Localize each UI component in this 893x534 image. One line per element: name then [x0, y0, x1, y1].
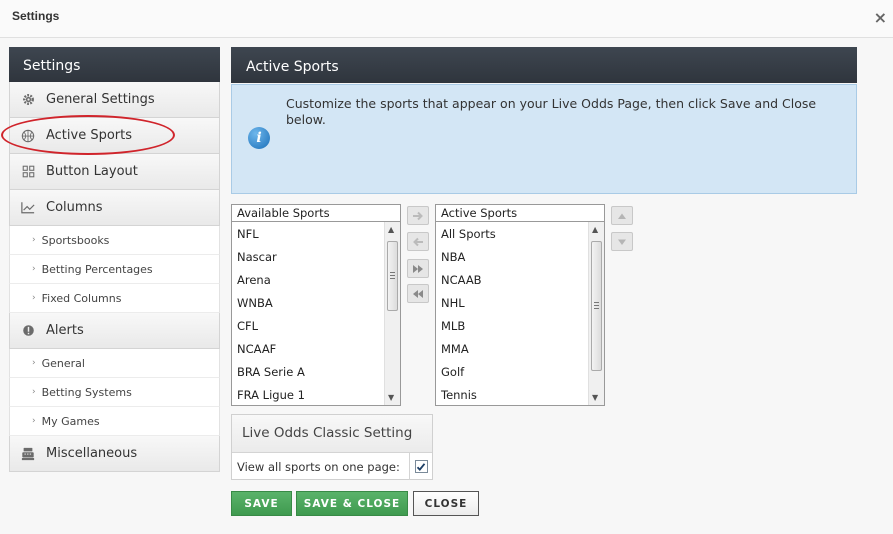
arrow-left-icon — [413, 237, 423, 246]
window-title: Settings — [12, 9, 60, 23]
list-item[interactable]: Golf — [436, 360, 604, 383]
grid-icon — [20, 164, 36, 180]
bullet-icon: › — [32, 293, 36, 303]
line-chart-icon — [20, 200, 36, 216]
triangle-up-icon — [618, 213, 626, 219]
save-close-button[interactable]: SAVE & CLOSE — [296, 491, 408, 516]
bullet-icon: › — [32, 235, 36, 245]
list-item[interactable]: BRA Serie A — [232, 360, 400, 383]
sidebar-item-label: Miscellaneous — [46, 446, 138, 461]
list-item[interactable]: NCAAB — [436, 268, 604, 291]
available-sports-list[interactable]: Available Sports NFL Nascar Arena WNBA C… — [231, 204, 401, 406]
checkbox-label: View all sports on one page: — [237, 459, 400, 474]
double-arrow-right-icon — [413, 264, 423, 273]
triangle-down-icon — [618, 239, 626, 245]
list-header: Available Sports — [232, 205, 400, 222]
sidebar-subitem-general[interactable]: › General — [9, 349, 220, 378]
list-item[interactable]: NCAAF — [232, 337, 400, 360]
list-item[interactable]: MLB — [436, 314, 604, 337]
sidebar-subitem-label: Sportsbooks — [41, 233, 110, 247]
bullet-icon: › — [32, 358, 36, 368]
bullet-icon: › — [32, 387, 36, 397]
scrollbar-thumb[interactable] — [387, 241, 398, 311]
active-sports-list[interactable]: Active Sports All Sports NBA NCAAB NHL M… — [435, 204, 605, 406]
sidebar-subitem-my-games[interactable]: › My Games — [9, 407, 220, 436]
move-up-button[interactable] — [611, 206, 633, 225]
view-all-sports-checkbox[interactable] — [409, 453, 432, 480]
move-down-button[interactable] — [611, 232, 633, 251]
sidebar-subitem-label: Betting Systems — [41, 385, 132, 399]
alert-icon — [20, 323, 36, 339]
list-item[interactable]: NFL — [232, 222, 400, 245]
scroll-down-icon[interactable]: ▼ — [388, 393, 394, 402]
list-header: Active Sports — [436, 205, 604, 222]
main-panel: Active Sports — [231, 47, 857, 83]
scroll-down-icon[interactable]: ▼ — [592, 393, 598, 402]
list-item[interactable]: All Sports — [436, 222, 604, 245]
info-icon: i — [248, 127, 270, 149]
sidebar-item-label: Active Sports — [46, 128, 133, 143]
cash-register-icon — [20, 446, 36, 462]
list-item[interactable]: WNBA — [232, 291, 400, 314]
scroll-up-icon[interactable]: ▲ — [388, 225, 394, 234]
list-item[interactable]: Arena — [232, 268, 400, 291]
double-arrow-left-icon — [413, 289, 423, 298]
sidebar-item-general-settings[interactable]: General Settings — [9, 82, 220, 118]
close-icon[interactable]: × — [874, 8, 887, 27]
list-item[interactable]: NHL — [436, 291, 604, 314]
close-button[interactable]: CLOSE — [413, 491, 479, 516]
sidebar-item-button-layout[interactable]: Button Layout — [9, 154, 220, 190]
sidebar-subitem-label: Fixed Columns — [41, 291, 122, 305]
sidebar-subitem-label: General — [41, 356, 85, 370]
scrollbar[interactable]: ▲ ▼ — [588, 222, 604, 405]
classic-setting-row: View all sports on one page: — [232, 453, 432, 480]
move-right-button[interactable] — [407, 206, 429, 225]
sidebar-item-label: General Settings — [46, 92, 155, 107]
panel-header: Active Sports — [231, 47, 857, 83]
move-all-right-button[interactable] — [407, 259, 429, 278]
list-item[interactable]: CFL — [232, 314, 400, 337]
sidebar-subitem-sportsbooks[interactable]: › Sportsbooks — [9, 226, 220, 255]
classic-setting-box: Live Odds Classic Setting View all sport… — [231, 414, 433, 480]
move-left-button[interactable] — [407, 232, 429, 251]
sidebar-subitem-label: Betting Percentages — [41, 262, 153, 276]
checkmark-icon — [416, 462, 426, 471]
sidebar-subitem-betting-systems[interactable]: › Betting Systems — [9, 378, 220, 407]
bullet-icon: › — [32, 416, 36, 426]
sidebar-item-active-sports[interactable]: Active Sports — [9, 118, 220, 154]
list-item[interactable]: Tennis — [436, 383, 604, 406]
list-item[interactable]: MMA — [436, 337, 604, 360]
sidebar-subitem-betting-percentages[interactable]: › Betting Percentages — [9, 255, 220, 284]
gear-icon — [20, 92, 36, 108]
sidebar-item-label: Alerts — [46, 323, 84, 338]
list-item[interactable]: NBA — [436, 245, 604, 268]
arrow-right-icon — [413, 211, 423, 220]
scrollbar[interactable]: ▲ ▼ — [384, 222, 400, 405]
list-item[interactable]: Nascar — [232, 245, 400, 268]
move-all-left-button[interactable] — [407, 284, 429, 303]
bullet-icon: › — [32, 264, 36, 274]
basketball-icon — [20, 128, 36, 144]
scroll-up-icon[interactable]: ▲ — [592, 225, 598, 234]
info-box: i Customize the sports that appear on yo… — [231, 84, 857, 194]
sidebar-header: Settings — [9, 47, 220, 82]
sidebar-item-label: Columns — [46, 200, 103, 215]
sidebar-item-miscellaneous[interactable]: Miscellaneous — [9, 436, 220, 472]
save-button[interactable]: SAVE — [231, 491, 292, 516]
sidebar-item-label: Button Layout — [46, 164, 138, 179]
sidebar-subitem-label: My Games — [41, 414, 100, 428]
scrollbar-thumb[interactable] — [591, 241, 602, 371]
window-titlebar: Settings × — [0, 0, 893, 38]
settings-sidebar: Settings General Settings Active Sports … — [9, 47, 220, 472]
sidebar-item-columns[interactable]: Columns — [9, 190, 220, 226]
sidebar-subitem-fixed-columns[interactable]: › Fixed Columns — [9, 284, 220, 313]
sidebar-item-alerts[interactable]: Alerts — [9, 313, 220, 349]
info-text: Customize the sports that appear on your… — [286, 96, 817, 127]
list-item[interactable]: FRA Ligue 1 — [232, 383, 400, 406]
classic-setting-header: Live Odds Classic Setting — [232, 415, 432, 453]
